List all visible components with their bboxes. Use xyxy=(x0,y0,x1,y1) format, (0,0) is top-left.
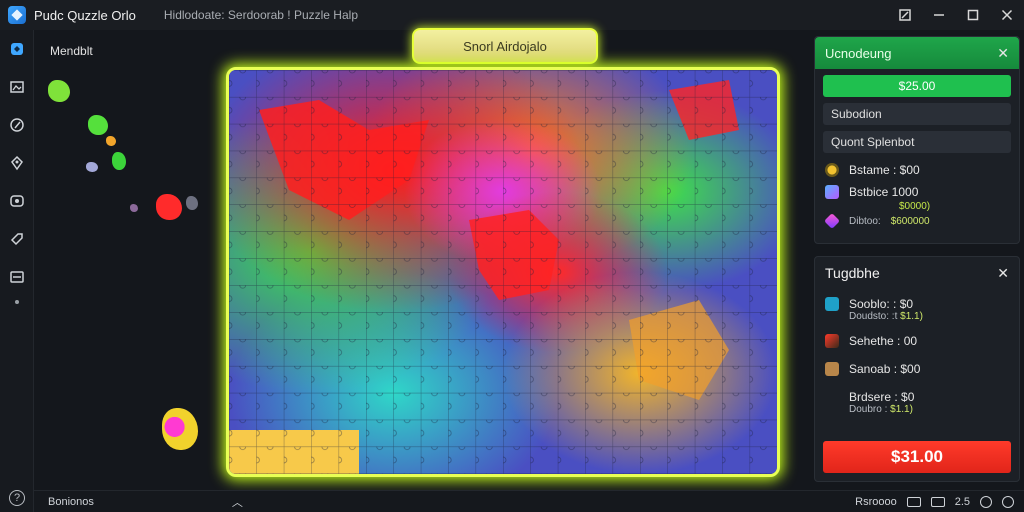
buy-price-button[interactable]: $25.00 xyxy=(823,75,1011,97)
sidebar-item-puzzle[interactable] xyxy=(0,30,34,68)
loose-piece[interactable] xyxy=(88,115,108,135)
settings-icon[interactable] xyxy=(980,495,992,508)
stat-row: Bstame : $00 xyxy=(825,163,1009,177)
puzzle-icon xyxy=(11,43,23,55)
help-icon[interactable]: ? xyxy=(9,490,25,506)
location-icon xyxy=(11,155,23,171)
puzzle-title-banner[interactable]: Snorl Airdojalo xyxy=(412,28,598,64)
summary-panel-title: Tugdbhe xyxy=(825,265,880,281)
image-icon xyxy=(825,334,839,348)
sidebar-item-panel[interactable] xyxy=(0,258,34,296)
close-icon[interactable]: ✕ xyxy=(997,265,1009,282)
window-title: Hidlodoate: Serdoorab ! Puzzle Halp xyxy=(163,8,358,22)
window-controls xyxy=(888,0,1024,30)
tag-icon xyxy=(10,233,23,246)
summary-row: Brdsere : $0 xyxy=(825,390,1009,404)
summary-row: Sanoab : $00 xyxy=(825,362,1009,376)
loose-piece[interactable] xyxy=(106,136,116,146)
loose-piece[interactable] xyxy=(156,194,182,220)
gem-icon xyxy=(824,213,840,229)
status-bar: Bonionos ︿ Rsroooo 2.5 xyxy=(34,490,1024,512)
close-window-icon[interactable] xyxy=(990,0,1024,30)
purchase-panel-title: Ucnodeung xyxy=(825,45,892,61)
summary-row: Sehethe : 00 xyxy=(825,334,1009,348)
summary-text: Sooblo: : $0 xyxy=(849,297,914,311)
sidebar-item-brush[interactable] xyxy=(0,106,34,144)
loose-piece[interactable] xyxy=(112,152,126,170)
summary-panel-header: Tugdbhe ✕ xyxy=(815,257,1019,289)
coin-icon xyxy=(825,163,839,177)
sidebar-item-location[interactable] xyxy=(0,144,34,182)
pin-icon[interactable] xyxy=(888,0,922,30)
title-bar: Pudc Quzzle Orlo Hidlodoate: Serdoorab !… xyxy=(0,0,1024,30)
left-sidebar: ? xyxy=(0,30,34,512)
stat-label: Dibtoo: xyxy=(849,215,881,227)
maximize-icon[interactable] xyxy=(956,0,990,30)
summary-subtext: Doubro : $1.1) xyxy=(849,404,913,415)
brush-icon xyxy=(10,118,24,132)
close-icon[interactable]: ✕ xyxy=(997,45,1009,62)
fit-icon[interactable] xyxy=(930,496,945,507)
total-price-button[interactable]: $31.00 xyxy=(823,441,1011,473)
status-left-text: Bonionos xyxy=(48,495,94,508)
loose-piece[interactable] xyxy=(86,162,98,172)
chevron-up-icon[interactable]: ︿ xyxy=(232,494,243,510)
minimize-icon[interactable] xyxy=(922,0,956,30)
stat-subvalue: $0000) xyxy=(899,201,931,212)
option-row[interactable]: Subodion xyxy=(823,103,1011,125)
stat-text: Bstbice 1000 xyxy=(849,185,919,199)
stat-row: Dibtoo: $600000 xyxy=(824,213,1009,229)
status-right-group: Rsroooo 2.5 xyxy=(855,495,1014,508)
app-logo-icon xyxy=(8,6,26,24)
puzzle-piece-icon xyxy=(825,297,839,311)
stat-row: Bstbice 1000 xyxy=(825,185,1009,199)
purchase-panel-header: Ucnodeung ✕ xyxy=(815,37,1019,69)
purchase-panel: Ucnodeung ✕ $25.00 Subodion Quont Splenb… xyxy=(814,36,1020,244)
loose-piece[interactable] xyxy=(130,204,138,212)
app-title: Pudc Quzzle Orlo xyxy=(34,7,136,23)
app-window: Pudc Quzzle Orlo Hidlodoate: Serdoorab !… xyxy=(0,0,1024,512)
summary-text: Sehethe : 00 xyxy=(849,334,918,348)
help-circle-icon[interactable] xyxy=(1002,495,1014,508)
record-icon xyxy=(10,195,24,207)
feather-icon xyxy=(825,185,839,199)
summary-subtext: Doudsto: :t $1.1) xyxy=(849,311,923,322)
stat-text: Bstame : $00 xyxy=(849,163,920,177)
puzzle-board[interactable] xyxy=(226,67,780,477)
screen-icon[interactable] xyxy=(906,496,921,507)
pieces-tray-label: Mendblt xyxy=(50,44,93,58)
box-icon xyxy=(825,362,839,376)
loose-piece[interactable] xyxy=(162,408,198,450)
zoom-level: 2.5 xyxy=(954,495,970,508)
summary-row: Sooblo: : $0 xyxy=(825,297,1009,311)
summary-text: Brdsere : $0 xyxy=(849,390,915,404)
gallery-icon xyxy=(10,81,24,93)
summary-text: Sanoab : $00 xyxy=(849,362,921,376)
puzzle-image xyxy=(229,70,777,474)
option-row[interactable]: Quont Splenbot xyxy=(823,131,1011,153)
stat-value: $600000 xyxy=(890,215,930,227)
loose-piece[interactable] xyxy=(186,196,198,210)
more-dot-icon xyxy=(14,300,19,304)
sidebar-item-gallery[interactable] xyxy=(0,68,34,106)
summary-panel: Tugdbhe ✕ Sooblo: : $0 Doudsto: :t $1.1)… xyxy=(814,256,1020,482)
loose-piece[interactable] xyxy=(48,80,70,102)
sidebar-item-record[interactable] xyxy=(0,182,34,220)
status-right-text: Rsroooo xyxy=(855,495,897,508)
sidebar-item-tag[interactable] xyxy=(0,220,34,258)
panel-icon xyxy=(10,271,24,283)
